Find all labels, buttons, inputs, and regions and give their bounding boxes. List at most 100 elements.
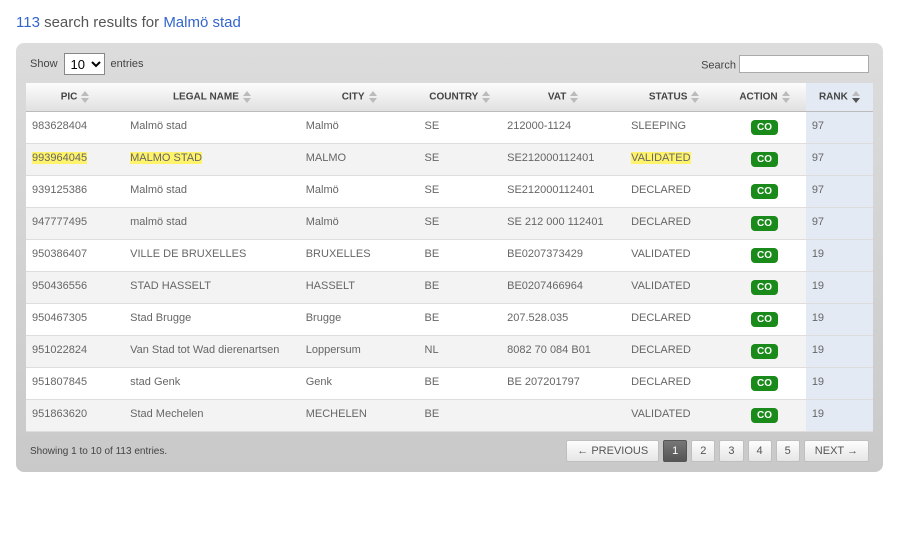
co-badge[interactable]: CO	[751, 120, 778, 135]
cell-pic: 947777495	[26, 208, 124, 240]
sort-icon	[482, 91, 490, 103]
cell-pic: 951807845	[26, 368, 124, 400]
search-input[interactable]	[739, 55, 869, 73]
cell-vat: BE0207373429	[501, 240, 625, 272]
cell-legal-name: MALMO STAD	[124, 144, 300, 176]
table-row: 951807845stad GenkGenkBEBE 207201797DECL…	[26, 368, 873, 400]
co-badge[interactable]: CO	[751, 216, 778, 231]
cell-status: VALIDATED	[625, 144, 723, 176]
cell-status: DECLARED	[625, 176, 723, 208]
col-vat[interactable]: VAT	[501, 83, 625, 112]
cell-country: SE	[419, 208, 502, 240]
pager-page-1[interactable]: 1	[663, 440, 687, 462]
cell-legal-name: stad Genk	[124, 368, 300, 400]
co-badge[interactable]: CO	[751, 248, 778, 263]
cell-country: BE	[419, 240, 502, 272]
cell-city: Loppersum	[300, 336, 419, 368]
search-term: Malmö stad	[163, 14, 241, 31]
cell-legal-name: Stad Mechelen	[124, 400, 300, 432]
cell-country: BE	[419, 304, 502, 336]
cell-vat: SE212000112401	[501, 144, 625, 176]
cell-legal-name: malmö stad	[124, 208, 300, 240]
co-badge[interactable]: CO	[751, 152, 778, 167]
cell-country: NL	[419, 336, 502, 368]
col-rank[interactable]: RANK	[806, 83, 873, 112]
cell-legal-name: Malmö stad	[124, 176, 300, 208]
table-controls: Show 10 entries Search	[26, 53, 873, 83]
pager-page-4[interactable]: 4	[748, 440, 772, 462]
co-badge[interactable]: CO	[751, 376, 778, 391]
cell-rank: 19	[806, 240, 873, 272]
pager-page-3[interactable]: 3	[719, 440, 743, 462]
cell-pic: 951022824	[26, 336, 124, 368]
table-row: 950436556STAD HASSELTHASSELTBEBE02074669…	[26, 272, 873, 304]
entries-select[interactable]: 10	[64, 53, 105, 75]
cell-city: Genk	[300, 368, 419, 400]
co-badge[interactable]: CO	[751, 184, 778, 199]
cell-action: CO	[723, 208, 806, 240]
results-text: search results for	[44, 14, 159, 31]
pager-page-2[interactable]: 2	[691, 440, 715, 462]
cell-action: CO	[723, 112, 806, 144]
co-badge[interactable]: CO	[751, 344, 778, 359]
cell-action: CO	[723, 368, 806, 400]
cell-rank: 97	[806, 176, 873, 208]
table-footer: Showing 1 to 10 of 113 entries. ← PREVIO…	[26, 432, 873, 462]
table-row: 993964045MALMO STADMALMOSESE212000112401…	[26, 144, 873, 176]
co-badge[interactable]: CO	[751, 312, 778, 327]
cell-legal-name: Stad Brugge	[124, 304, 300, 336]
cell-action: CO	[723, 336, 806, 368]
cell-rank: 97	[806, 208, 873, 240]
sort-icon	[782, 91, 790, 103]
cell-country: BE	[419, 272, 502, 304]
col-city[interactable]: CITY	[300, 83, 419, 112]
cell-pic: 993964045	[26, 144, 124, 176]
cell-country: SE	[419, 112, 502, 144]
col-status[interactable]: STATUS	[625, 83, 723, 112]
cell-country: SE	[419, 176, 502, 208]
cell-rank: 19	[806, 368, 873, 400]
cell-status: DECLARED	[625, 368, 723, 400]
sort-icon	[243, 91, 251, 103]
col-pic[interactable]: PIC	[26, 83, 124, 112]
cell-status: VALIDATED	[625, 400, 723, 432]
cell-pic: 950386407	[26, 240, 124, 272]
cell-status: SLEEPING	[625, 112, 723, 144]
cell-pic: 950467305	[26, 304, 124, 336]
pager-prev[interactable]: ← PREVIOUS	[566, 440, 659, 462]
pager-next[interactable]: NEXT →	[804, 440, 869, 462]
show-label: Show	[30, 58, 58, 70]
sort-icon	[570, 91, 578, 103]
cell-vat	[501, 400, 625, 432]
cell-city: Brugge	[300, 304, 419, 336]
cell-vat: BE 207201797	[501, 368, 625, 400]
cell-city: MALMO	[300, 144, 419, 176]
co-badge[interactable]: CO	[751, 280, 778, 295]
pager-page-5[interactable]: 5	[776, 440, 800, 462]
cell-action: CO	[723, 240, 806, 272]
cell-vat: 212000-1124	[501, 112, 625, 144]
cell-status: VALIDATED	[625, 240, 723, 272]
table-row: 939125386Malmö stadMalmöSESE212000112401…	[26, 176, 873, 208]
sort-icon	[691, 91, 699, 103]
sort-icon	[81, 91, 89, 103]
cell-action: CO	[723, 272, 806, 304]
col-action[interactable]: ACTION	[723, 83, 806, 112]
cell-country: BE	[419, 368, 502, 400]
cell-pic: 983628404	[26, 112, 124, 144]
cell-city: Malmö	[300, 176, 419, 208]
search-label: Search	[701, 60, 736, 72]
cell-status: DECLARED	[625, 208, 723, 240]
cell-action: CO	[723, 144, 806, 176]
col-country[interactable]: COUNTRY	[419, 83, 502, 112]
cell-city: MECHELEN	[300, 400, 419, 432]
results-header: 113 search results for Malmö stad	[16, 14, 883, 31]
cell-rank: 97	[806, 112, 873, 144]
co-badge[interactable]: CO	[751, 408, 778, 423]
cell-vat: 8082 70 084 B01	[501, 336, 625, 368]
cell-action: CO	[723, 400, 806, 432]
cell-status: DECLARED	[625, 304, 723, 336]
cell-rank: 19	[806, 400, 873, 432]
col-legal-name[interactable]: LEGAL NAME	[124, 83, 300, 112]
cell-pic: 950436556	[26, 272, 124, 304]
